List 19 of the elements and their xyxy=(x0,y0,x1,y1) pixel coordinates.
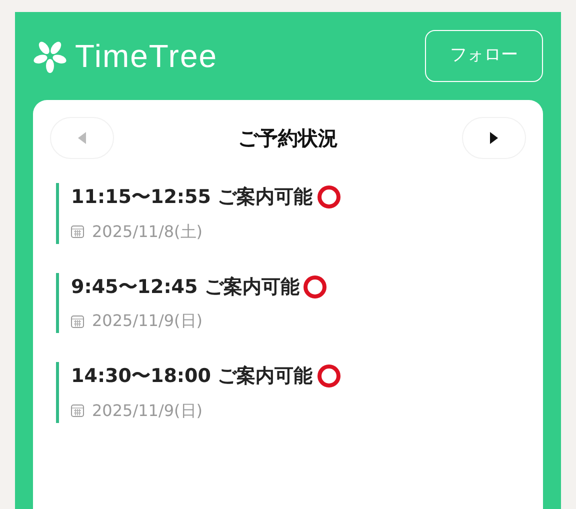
time-slot-text: 9:45〜12:45 ご案内可能 xyxy=(71,274,300,300)
circle-icon xyxy=(303,274,328,299)
date-text: 2025/11/9(日) xyxy=(92,400,203,422)
right-triangle-icon xyxy=(490,132,498,144)
calendar-icon xyxy=(71,404,84,417)
flower-logo-icon xyxy=(33,39,67,73)
calendar-icon xyxy=(71,314,84,328)
left-triangle-icon xyxy=(78,132,86,144)
calendar-icon xyxy=(71,225,84,238)
time-slot-text: 14:30〜18:00 ご案内可能 xyxy=(71,364,313,389)
circle-icon xyxy=(316,185,341,210)
follow-button[interactable]: フォロー xyxy=(425,30,543,82)
next-button[interactable] xyxy=(462,117,526,159)
date-text: 2025/11/8(土) xyxy=(92,220,203,242)
circle-icon xyxy=(316,364,341,388)
date-text: 2025/11/9(日) xyxy=(92,310,203,332)
card-title: ご予約状況 xyxy=(238,125,338,152)
logo-text: TimeTree xyxy=(75,40,218,72)
time-slot-text: 11:15〜12:55 ご案内可能 xyxy=(71,185,313,210)
